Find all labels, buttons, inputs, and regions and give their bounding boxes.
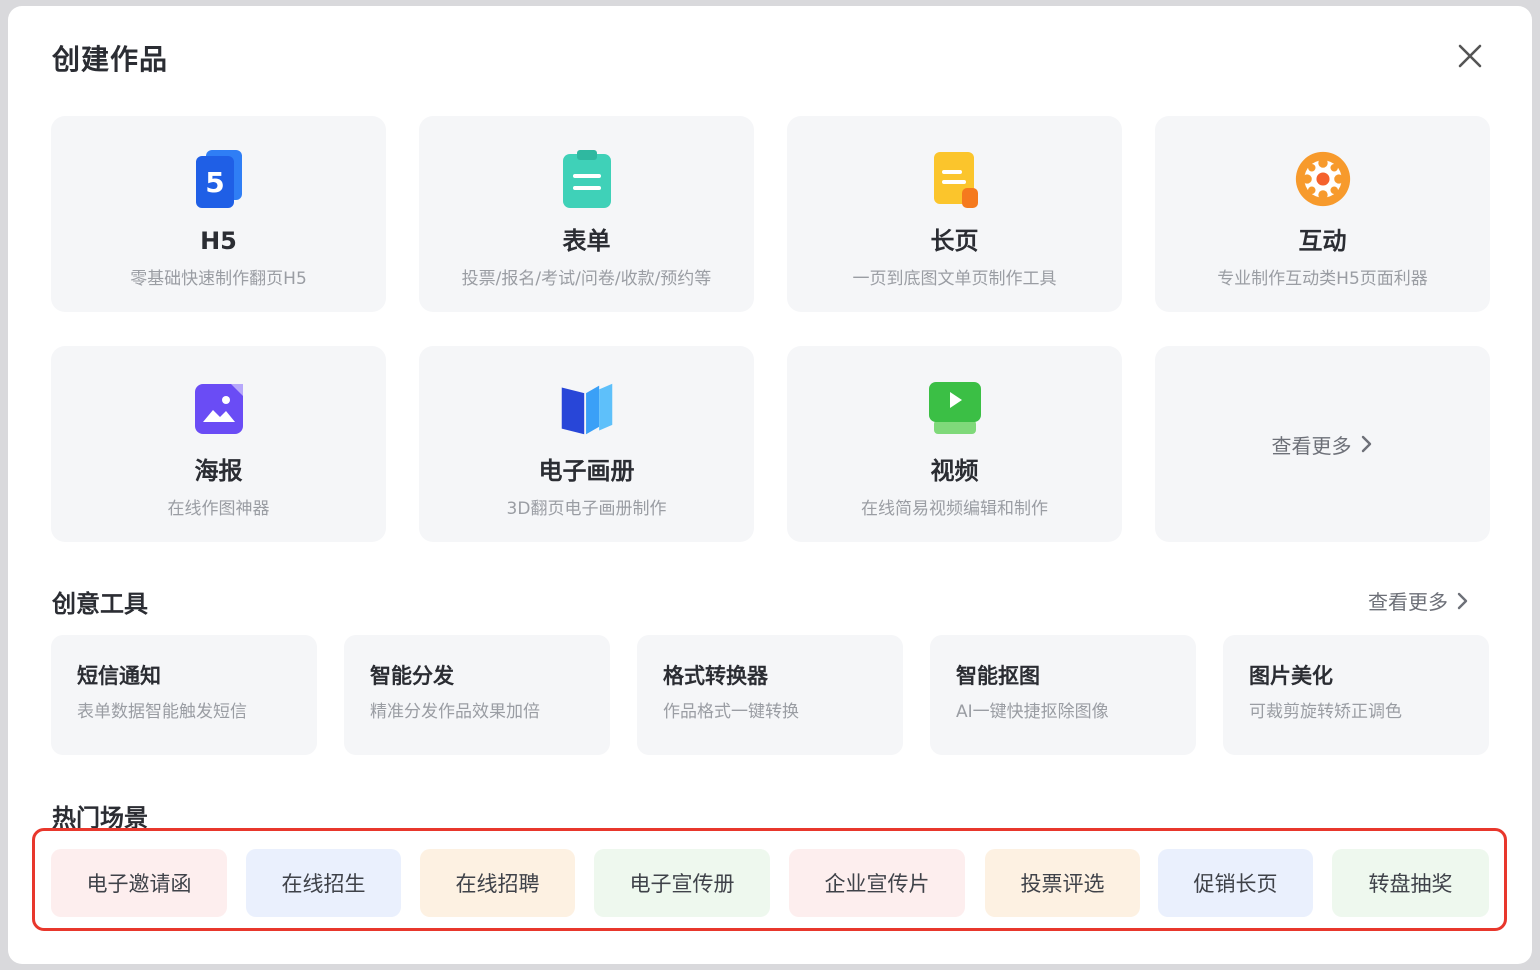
- tools-view-more[interactable]: 查看更多: [1368, 586, 1470, 615]
- product-view-more-card[interactable]: 查看更多: [1155, 346, 1490, 542]
- product-name: 海报: [194, 457, 243, 485]
- tool-desc: 精准分发作品效果加倍: [370, 702, 540, 722]
- product-desc: 3D翻页电子画册制作: [506, 499, 667, 519]
- product-desc: 在线简易视频编辑和制作: [861, 499, 1048, 519]
- tool-name: 格式转换器: [663, 664, 768, 688]
- product-name: 视频: [930, 457, 979, 485]
- chevron-right-icon: [1457, 592, 1468, 609]
- tool-name: 短信通知: [77, 664, 161, 688]
- product-name: 表单: [562, 227, 611, 255]
- product-name: 长页: [930, 227, 979, 255]
- dialog-title: 创建作品: [52, 43, 169, 76]
- view-more-label: 查看更多: [1368, 590, 1448, 614]
- product-card-long-page[interactable]: 长页 一页到底图文单页制作工具: [787, 116, 1122, 312]
- tool-desc: 作品格式一键转换: [663, 702, 799, 722]
- scene-voting[interactable]: 投票评选: [985, 849, 1140, 917]
- product-name: 互动: [1298, 227, 1347, 255]
- tool-card-beautify[interactable]: 图片美化 可裁剪旋转矫正调色: [1223, 635, 1489, 755]
- product-desc: 零基础快速制作翻页H5: [130, 269, 307, 289]
- chevron-right-icon: [1361, 435, 1371, 453]
- product-card-ebook[interactable]: 电子画册 3D翻页电子画册制作: [419, 346, 754, 542]
- tool-name: 智能抠图: [956, 664, 1040, 688]
- product-desc: 在线作图神器: [167, 499, 270, 519]
- scene-enrollment[interactable]: 在线招生: [246, 849, 401, 917]
- product-grid: 5 H5 零基础快速制作翻页H5 表单 投票/报名/考试/问卷/收款/预约等 长…: [51, 116, 1490, 542]
- ebook-icon: [558, 378, 616, 440]
- tool-name: 图片美化: [1249, 664, 1333, 688]
- tool-desc: AI一键快捷抠除图像: [956, 702, 1109, 722]
- product-desc: 专业制作互动类H5页面利器: [1217, 269, 1428, 289]
- h5-icon: 5: [190, 148, 248, 210]
- video-icon: [926, 378, 984, 440]
- scene-brochure[interactable]: 电子宣传册: [594, 849, 770, 917]
- close-icon[interactable]: [1452, 38, 1488, 74]
- create-work-dialog: 创建作品 5 H5 零基础快速制作翻页H5 表单 投票/报名/考试/问卷/收款/…: [8, 6, 1532, 964]
- product-name: 电子画册: [538, 457, 635, 485]
- scene-promotion-page[interactable]: 促销长页: [1158, 849, 1313, 917]
- product-view-more[interactable]: 查看更多: [1272, 430, 1374, 459]
- product-desc: 一页到底图文单页制作工具: [852, 269, 1057, 289]
- tool-card-converter[interactable]: 格式转换器 作品格式一键转换: [637, 635, 903, 755]
- tool-desc: 可裁剪旋转矫正调色: [1249, 702, 1402, 722]
- svg-text:5: 5: [205, 166, 224, 199]
- product-card-h5[interactable]: 5 H5 零基础快速制作翻页H5: [51, 116, 386, 312]
- long-page-icon: [926, 148, 984, 210]
- tools-list: 短信通知 表单数据智能触发短信 智能分发 精准分发作品效果加倍 格式转换器 作品…: [51, 635, 1489, 755]
- scene-company-video[interactable]: 企业宣传片: [789, 849, 965, 917]
- product-card-poster[interactable]: 海报 在线作图神器: [51, 346, 386, 542]
- tool-card-sms[interactable]: 短信通知 表单数据智能触发短信: [51, 635, 317, 755]
- hot-scenes-list: 电子邀请函 在线招生 在线招聘 电子宣传册 企业宣传片 投票评选 促销长页 转盘…: [51, 849, 1491, 917]
- product-desc: 投票/报名/考试/问卷/收款/预约等: [461, 269, 712, 289]
- poster-icon: [190, 378, 248, 440]
- view-more-label: 查看更多: [1271, 433, 1352, 458]
- tool-card-distribution[interactable]: 智能分发 精准分发作品效果加倍: [344, 635, 610, 755]
- interactive-icon: [1294, 148, 1352, 210]
- form-icon: [558, 148, 616, 210]
- product-card-form[interactable]: 表单 投票/报名/考试/问卷/收款/预约等: [419, 116, 754, 312]
- scene-invitation[interactable]: 电子邀请函: [51, 849, 227, 917]
- scene-recruitment[interactable]: 在线招聘: [420, 849, 575, 917]
- tool-desc: 表单数据智能触发短信: [77, 702, 247, 722]
- tool-card-cutout[interactable]: 智能抠图 AI一键快捷抠除图像: [930, 635, 1196, 755]
- product-card-interactive[interactable]: 互动 专业制作互动类H5页面利器: [1155, 116, 1490, 312]
- tools-section-title: 创意工具: [52, 590, 148, 618]
- product-name: H5: [200, 227, 237, 255]
- product-card-video[interactable]: 视频 在线简易视频编辑和制作: [787, 346, 1122, 542]
- scene-lottery-wheel[interactable]: 转盘抽奖: [1332, 849, 1489, 917]
- tool-name: 智能分发: [370, 664, 454, 688]
